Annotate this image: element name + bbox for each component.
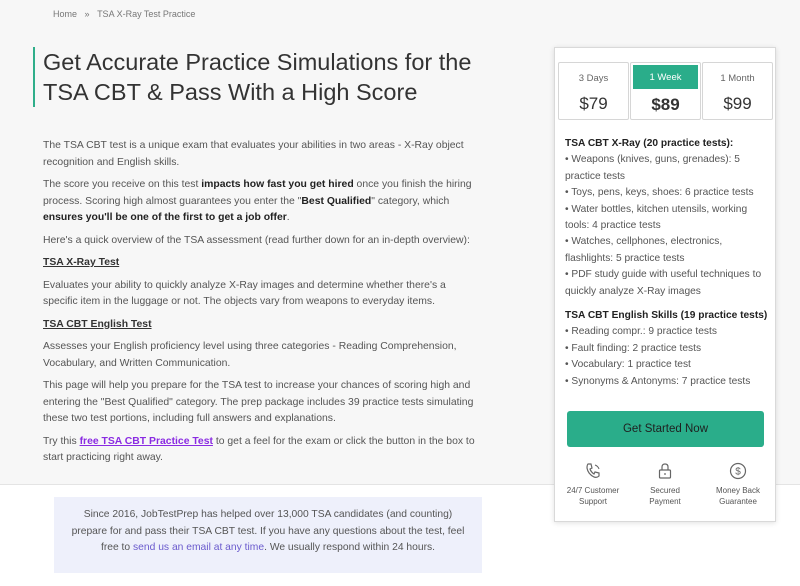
xray-paragraph: Evaluates your ability to quickly analyz… xyxy=(43,279,446,308)
xray-features-heading: TSA CBT X-Ray (20 practice tests): xyxy=(565,138,734,149)
plan-price: $79 xyxy=(579,94,608,113)
breadcrumb-home[interactable]: Home xyxy=(53,9,77,19)
plan-price: $99 xyxy=(723,94,752,113)
plan-selector: 3 Days $79 1 Week $89 1 Month $99 xyxy=(558,62,773,120)
xray-heading: TSA X-Ray Test xyxy=(43,257,120,268)
phone-icon xyxy=(586,463,600,478)
score-paragraph: The score you receive on this test impac… xyxy=(43,179,472,223)
feature-item: • Vocabulary: 1 practice test xyxy=(565,359,691,371)
english-heading: TSA CBT English Test xyxy=(43,318,152,330)
free-test-paragraph: Try this free TSA CBT Practice Test to g… xyxy=(43,435,475,464)
english-paragraph: Assesses your English proficiency level … xyxy=(43,341,457,369)
feature-item: • Synonyms & Antonyms: 7 practice tests xyxy=(565,375,751,387)
feature-item: • PDF study guide with useful techniques… xyxy=(565,269,762,297)
dollar-icon: $ xyxy=(729,462,747,480)
free-test-link[interactable]: free TSA CBT Practice Test xyxy=(80,436,213,447)
title-block: Get Accurate Practice Simulations for th… xyxy=(33,47,513,107)
plan-duration: 3 Days xyxy=(578,73,609,84)
page-title: Get Accurate Practice Simulations for th… xyxy=(43,49,472,105)
feature-item: • Toys, pens, keys, shoes: 6 practice te… xyxy=(565,187,754,199)
feature-item: • Water bottles, kitchen utensils, worki… xyxy=(565,203,748,232)
breadcrumb-current: TSA X-Ray Test Practice xyxy=(97,9,196,19)
plan-price: $89 xyxy=(651,95,680,114)
intro-paragraph: The TSA CBT test is a unique exam that e… xyxy=(43,140,464,168)
feature-item: • Fault finding: 2 practice tests xyxy=(565,342,702,354)
pricing-card: 3 Days $79 1 Week $89 1 Month $99 TSA CB… xyxy=(554,47,776,522)
plan-duration: 1 Week xyxy=(633,65,698,89)
guarantee-payment: Secured Payment xyxy=(634,462,696,507)
main-content: The TSA CBT test is a unique exam that e… xyxy=(43,138,483,473)
english-features-heading: TSA CBT English Skills (19 practice test… xyxy=(565,310,768,322)
get-started-button[interactable]: Get Started Now xyxy=(567,411,764,447)
package-paragraph: This page will help you prepare for the … xyxy=(43,380,474,424)
plan-3-days[interactable]: 3 Days $79 xyxy=(558,62,629,120)
overview-paragraph: Here's a quick overview of the TSA asses… xyxy=(43,234,470,246)
plan-duration: 1 Month xyxy=(720,73,755,84)
lock-icon xyxy=(658,463,672,479)
feature-list: TSA CBT X-Ray (20 practice tests): • Wea… xyxy=(565,136,770,390)
breadcrumb: Home » TSA X-Ray Test Practice xyxy=(53,9,195,19)
email-link[interactable]: send us an email at any time xyxy=(133,542,264,553)
plan-1-month[interactable]: 1 Month $99 xyxy=(702,62,773,120)
feature-item: • Weapons (knives, guns, grenades): 5 pr… xyxy=(565,154,740,182)
guarantee-money-back: $ Money Back Guarantee xyxy=(707,462,769,507)
feature-item: • Reading compr.: 9 practice tests xyxy=(565,326,717,338)
svg-text:$: $ xyxy=(735,467,741,478)
info-box: Since 2016, JobTestPrep has helped over … xyxy=(54,497,482,573)
guarantee-support: 24/7 Customer Support xyxy=(562,462,624,507)
feature-item: • Watches, cellphones, electronics, flas… xyxy=(565,236,723,264)
breadcrumb-separator: » xyxy=(84,9,90,19)
plan-1-week[interactable]: 1 Week $89 xyxy=(630,62,701,120)
